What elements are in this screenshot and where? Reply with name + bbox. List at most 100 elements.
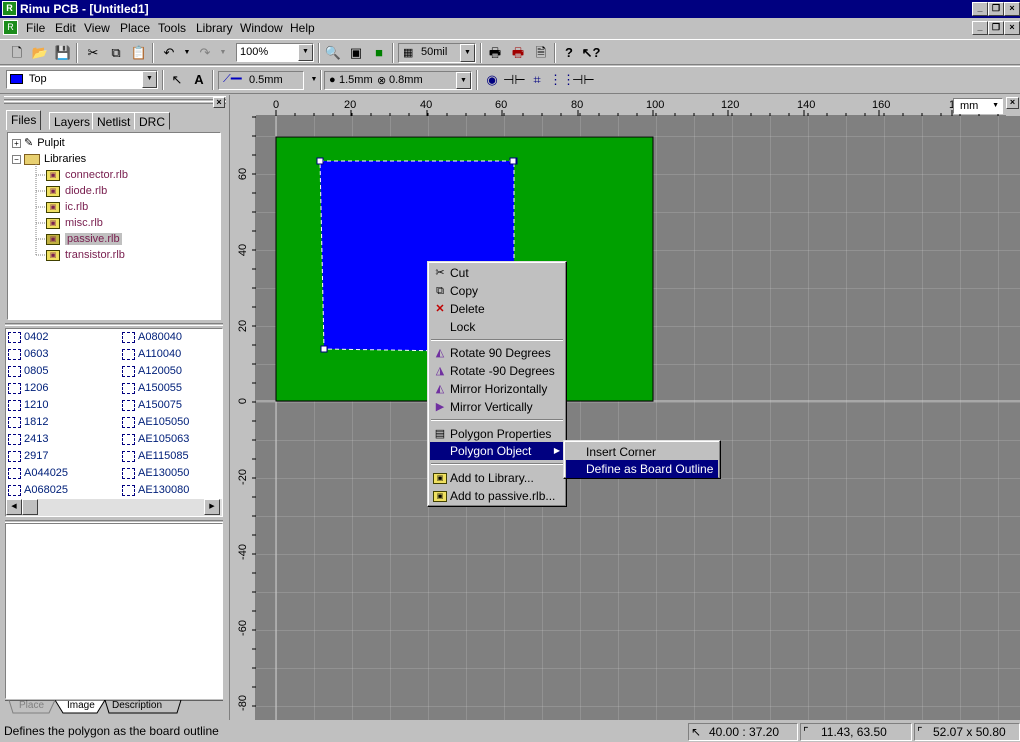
menu-item-mirror-v[interactable]: ▶ Mirror Vertically: [430, 398, 564, 416]
track-icon: ⟋━: [223, 73, 242, 85]
via-tool-icon[interactable]: ◉: [481, 70, 503, 90]
paste-icon[interactable]: 📋: [128, 43, 150, 63]
menu-tools[interactable]: Tools: [158, 21, 186, 35]
save-icon[interactable]: 💾: [52, 43, 74, 63]
menu-file[interactable]: File: [26, 21, 45, 35]
component-item[interactable]: 1210: [8, 397, 48, 414]
menu-item-insert-corner[interactable]: Insert Corner: [566, 443, 718, 461]
horizontal-scrollbar[interactable]: ◀ ▶: [6, 499, 222, 516]
scroll-left-icon[interactable]: ◀: [6, 499, 22, 515]
document-icon[interactable]: R: [3, 20, 18, 35]
menu-library[interactable]: Library: [196, 21, 233, 35]
zoom-icon[interactable]: 🔍: [322, 43, 344, 63]
polygon-tool-icon[interactable]: ⋮⋮: [549, 70, 575, 90]
menu-help[interactable]: Help: [290, 21, 315, 35]
layer-combo[interactable]: Top ▼: [6, 70, 158, 89]
component-item[interactable]: 2413: [8, 431, 48, 448]
select-arrow-icon[interactable]: ↖: [166, 70, 188, 90]
component-item[interactable]: A120050: [122, 363, 182, 380]
track-width-combo[interactable]: ⟋━ 0.5mm: [218, 71, 304, 90]
menu-item-cut[interactable]: ✂ Cut: [430, 264, 564, 282]
restore-icon[interactable]: ❐: [988, 2, 1004, 16]
menu-item-rotate-90[interactable]: ◭ Rotate 90 Degrees: [430, 344, 564, 362]
menu-view[interactable]: View: [84, 21, 110, 35]
component-label: A150075: [138, 399, 183, 411]
menu-item-add-passive[interactable]: ▣ Add to passive.rlb...: [430, 487, 564, 505]
pcb-canvas[interactable]: [256, 116, 1020, 720]
menu-item-lock[interactable]: Lock: [430, 318, 564, 336]
component-item[interactable]: AE105050: [122, 414, 189, 431]
chevron-down-icon[interactable]: ▼: [456, 72, 471, 89]
menu-item-define-board-outline[interactable]: Define as Board Outline: [566, 460, 718, 478]
help-icon[interactable]: ?: [558, 43, 580, 63]
zoom-fit-icon[interactable]: ▣: [345, 43, 367, 63]
redo-dropdown-icon[interactable]: ▼: [212, 43, 234, 63]
chevron-down-icon[interactable]: ▼: [992, 102, 999, 109]
tab-image[interactable]: Image: [67, 700, 95, 711]
open-folder-icon[interactable]: 📂: [29, 43, 51, 63]
minimize-icon[interactable]: _: [972, 2, 988, 16]
component-item[interactable]: 0402: [8, 329, 48, 346]
via-combo[interactable]: ● 1.5mm ⊗ 0.8mm ▼: [324, 71, 472, 90]
new-file-icon[interactable]: 🗋: [6, 43, 28, 63]
tab-files[interactable]: Files: [6, 110, 42, 130]
pad-tool-icon[interactable]: ⊣⊢: [503, 70, 526, 90]
dimension-tool-icon[interactable]: ⊣⊢: [572, 70, 595, 90]
component-item[interactable]: 0805: [8, 363, 48, 380]
close-icon[interactable]: ×: [1004, 2, 1020, 16]
tab-netlist[interactable]: Netlist: [92, 112, 136, 130]
component-tool-icon[interactable]: ⌗: [526, 70, 548, 90]
component-item[interactable]: AE130050: [122, 465, 189, 482]
component-item[interactable]: 0603: [8, 346, 48, 363]
copy-icon[interactable]: ⧉: [105, 43, 127, 63]
component-item[interactable]: A110040: [122, 346, 181, 363]
rimu-app-icon[interactable]: R: [2, 1, 17, 16]
component-item[interactable]: A080040: [122, 329, 182, 346]
menu-item-add-library[interactable]: ▣ Add to Library...: [430, 469, 564, 487]
scroll-thumb[interactable]: [22, 499, 38, 515]
menu-item-copy[interactable]: ⧉ Copy: [430, 282, 564, 300]
component-item[interactable]: AE105063: [122, 431, 189, 448]
context-help-icon[interactable]: ↖?: [580, 43, 602, 63]
menu-item-polygon-properties[interactable]: ▤ Polygon Properties: [430, 425, 564, 443]
chevron-down-icon[interactable]: ▼: [460, 44, 475, 62]
menu-place[interactable]: Place: [120, 21, 150, 35]
component-item[interactable]: AE130080: [122, 482, 189, 499]
menu-item-polygon-object[interactable]: Polygon Object ▶: [430, 442, 564, 460]
component-item[interactable]: A068025: [8, 482, 68, 499]
component-item[interactable]: A150075: [122, 397, 182, 414]
mdi-minimize-icon[interactable]: _: [972, 21, 988, 35]
component-item[interactable]: 1812: [8, 414, 48, 431]
chevron-down-icon[interactable]: ▼: [142, 71, 157, 88]
print-preview-icon[interactable]: 🗎: [530, 43, 552, 63]
grid-combo[interactable]: ▦ 50mil ▼: [398, 43, 476, 63]
units-combo[interactable]: mm ▼: [953, 98, 1003, 114]
tab-layers[interactable]: Layers: [49, 112, 96, 130]
text-tool-icon[interactable]: A: [188, 70, 210, 90]
pcb-drawing[interactable]: [256, 116, 1020, 720]
component-item[interactable]: 2917: [8, 448, 48, 465]
menu-window[interactable]: Window: [240, 21, 283, 35]
zoom-combo[interactable]: 100% ▼: [236, 43, 314, 62]
menu-item-rotate-neg90[interactable]: ◮ Rotate -90 Degrees: [430, 362, 564, 380]
scroll-right-icon[interactable]: ▶: [204, 499, 220, 515]
board-view-icon[interactable]: ■: [368, 43, 390, 63]
mdi-close-icon[interactable]: ×: [1004, 21, 1020, 35]
cut-icon[interactable]: ✂: [82, 43, 104, 63]
component-item[interactable]: 1206: [8, 380, 48, 397]
panel-close-icon[interactable]: ×: [213, 97, 225, 108]
print-setup-icon[interactable]: 🖶: [507, 43, 529, 63]
print-icon[interactable]: 🖶: [484, 43, 506, 63]
menu-edit[interactable]: Edit: [55, 21, 76, 35]
mdi-restore-icon[interactable]: ❐: [988, 21, 1004, 35]
component-item[interactable]: A150055: [122, 380, 182, 397]
tab-description[interactable]: Description: [112, 700, 162, 711]
menu-item-delete[interactable]: ✕ Delete: [430, 300, 564, 318]
tab-place[interactable]: Place: [19, 700, 44, 711]
chevron-down-icon[interactable]: ▼: [298, 44, 313, 61]
tab-drc[interactable]: DRC: [134, 112, 170, 130]
component-item[interactable]: A044025: [8, 465, 68, 482]
menu-item-mirror-h[interactable]: ◭ Mirror Horizontally: [430, 380, 564, 398]
canvas-close-icon[interactable]: ×: [1006, 97, 1019, 109]
component-item[interactable]: AE115085: [122, 448, 189, 465]
